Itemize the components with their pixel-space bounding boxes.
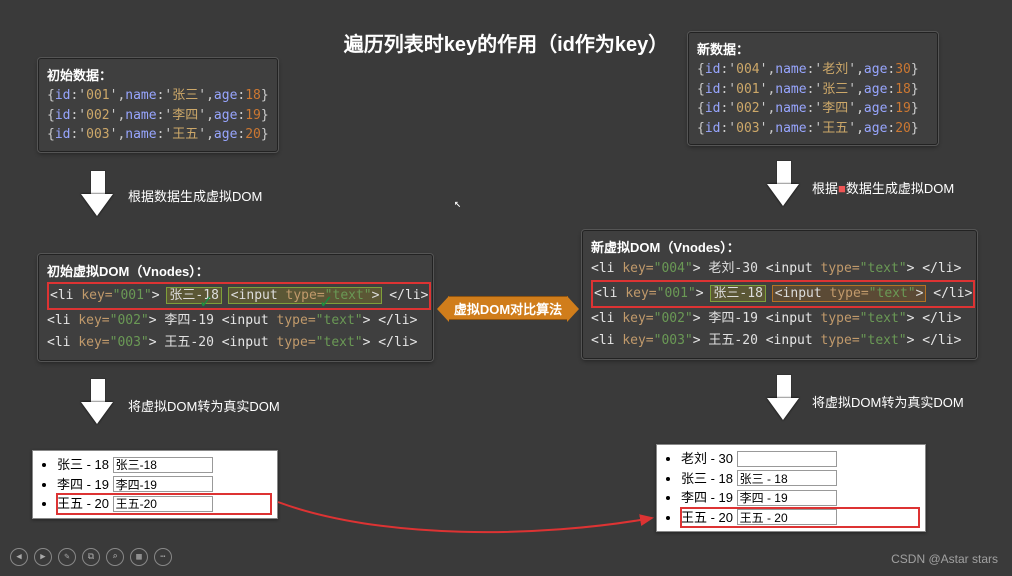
initial-data-header: 初始数据： [47,65,269,84]
list-item: 老刘 - 30 [681,449,919,469]
text-input[interactable] [737,509,837,525]
real-dom-left: 张三 - 18 李四 - 19 王五 - 20 [32,450,278,519]
data-row: {id:'002',name:'李四',age:19} [47,106,269,126]
vnode-line: <li key="003"> 王五-20 <input type="text">… [591,330,968,352]
arrow-down-right-2 [768,374,798,422]
toolbar-prev-icon[interactable]: ◀ [10,548,28,566]
page-title: 遍历列表时key的作用（id作为key） [344,28,669,57]
new-data-header: 新数据： [697,39,929,58]
list-item: 李四 - 19 [57,475,271,495]
arrow-label-right-1: 根据■数据生成虚拟DOM [812,178,954,197]
data-row: {id:'002',name:'李四',age:19} [697,99,929,119]
check-icon: ✓ [320,289,332,313]
data-row: {id:'001',name:'张三',age:18} [697,80,929,100]
real-dom-right: 老刘 - 30 张三 - 18 李四 - 19 王五 - 20 [656,444,926,532]
list-item: 王五 - 20 [57,494,271,514]
toolbar: ◀ ▶ ✎ ⧉ ⌕ ▦ ⋯ [10,548,172,566]
arrow-label-left-1: 根据数据生成虚拟DOM [128,186,262,205]
cursor-icon: ↖ [454,196,461,210]
vnode-line: <li key="003"> 王五-20 <input type="text">… [47,332,424,354]
arrow-down-left-1 [82,170,112,218]
vnode-line: <li key="001"> 张三-18 <input type="text">… [47,282,424,310]
toolbar-grid-icon[interactable]: ▦ [130,548,148,566]
text-input[interactable] [737,490,837,506]
new-vnodes-header: 新虚拟DOM（Vnodes）： [591,237,968,256]
text-input[interactable] [737,451,837,467]
data-row: {id:'001',name:'张三',age:18} [47,86,269,106]
toolbar-next-icon[interactable]: ▶ [34,548,52,566]
text-input[interactable] [113,476,213,492]
diff-algorithm-arrow: 虚拟DOM对比算法 [448,296,568,320]
vnode-line: <li key="004"> 老刘-30 <input type="text">… [591,258,968,280]
vnode-line: <li key="001"> 张三-18 <input type="text">… [591,280,968,308]
list-item: 王五 - 20 [681,508,919,528]
arrow-label-left-2: 将虚拟DOM转为真实DOM [128,396,280,415]
toolbar-pencil-icon[interactable]: ✎ [58,548,76,566]
data-row: {id:'003',name:'王五',age:20} [697,119,929,139]
list-item: 张三 - 18 [57,455,271,475]
data-row: {id:'004',name:'老刘',age:30} [697,60,929,80]
initial-data-box: 初始数据： {id:'001',name:'张三',age:18}{id:'00… [38,58,278,152]
arrow-down-left-2 [82,378,112,426]
vnode-line: <li key="002"> 李四-19 <input type="text">… [47,310,424,332]
arrow-down-right-1 [768,160,798,208]
vnode-line: <li key="002"> 李四-19 <input type="text">… [591,308,968,330]
new-data-box: 新数据： {id:'004',name:'老刘',age:30}{id:'001… [688,32,938,145]
check-icon: ✓ [200,289,212,313]
new-vnodes-box: 新虚拟DOM（Vnodes）： <li key="004"> 老刘-30 <in… [582,230,977,359]
initial-vnodes-box: 初始虚拟DOM（Vnodes）： <li key="001"> 张三-18 <i… [38,254,433,361]
toolbar-more-icon[interactable]: ⋯ [154,548,172,566]
toolbar-search-icon[interactable]: ⌕ [106,548,124,566]
initial-vnodes-header: 初始虚拟DOM（Vnodes）： [47,261,424,280]
list-item: 李四 - 19 [681,488,919,508]
text-input[interactable] [737,470,837,486]
list-item: 张三 - 18 [681,469,919,489]
data-row: {id:'003',name:'王五',age:20} [47,125,269,145]
text-input[interactable] [113,496,213,512]
arrow-label-right-2: 将虚拟DOM转为真实DOM [812,392,964,411]
toolbar-copy-icon[interactable]: ⧉ [82,548,100,566]
watermark: CSDN @Astar stars [891,552,998,566]
text-input[interactable] [113,457,213,473]
